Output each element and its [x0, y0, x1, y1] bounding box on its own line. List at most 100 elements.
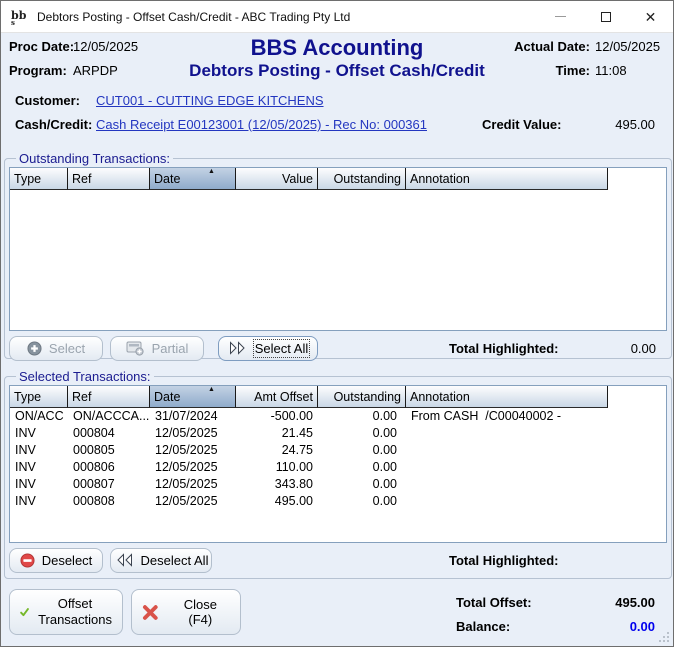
cell-ref: 000808 — [73, 494, 115, 508]
resize-grip[interactable] — [658, 631, 670, 643]
outstanding-total-highlighted-label: Total Highlighted: — [449, 340, 559, 356]
cell-ref: ON/ACCCA... — [73, 409, 150, 423]
offset-transactions-button[interactable]: Offset Transactions — [9, 589, 123, 635]
cell-outstanding: 0.00 — [372, 443, 397, 457]
actual-date-value: 12/05/2025 — [595, 39, 661, 54]
cell-date: 12/05/2025 — [155, 494, 218, 508]
cash-credit-link[interactable]: Cash Receipt E00123001 (12/05/2025) - Re… — [96, 117, 427, 132]
cell-ref: 000805 — [73, 443, 115, 457]
table-row[interactable]: INV 000806 12/05/2025 110.00 0.00 — [10, 459, 666, 476]
selected-table[interactable]: Type Ref Date ▲ Amt Offset Outstanding An… — [9, 385, 667, 543]
cell-type: INV — [15, 426, 36, 440]
cell-annotation: From CASH /C00040002 - — [411, 409, 562, 423]
dialog-body: Proc Date: 12/05/2025 Program: ARPDP BBS… — [1, 33, 673, 646]
select-all-button[interactable]: Select All — [218, 335, 318, 361]
column-header-amt-offset[interactable]: Amt Offset — [236, 386, 318, 408]
close-f4-button[interactable]: Close (F4) — [131, 589, 241, 635]
minimize-button[interactable] — [538, 1, 583, 32]
svg-text:s: s — [11, 18, 15, 27]
cell-outstanding: 0.00 — [372, 477, 397, 491]
column-header-filler — [608, 168, 666, 190]
cell-date: 12/05/2025 — [155, 477, 218, 491]
column-header-value[interactable]: Value — [236, 168, 318, 190]
selected-table-body: ON/ACC ON/ACCCA... 31/07/2024 -500.00 0.00 Fr… — [10, 408, 666, 510]
column-header-ref[interactable]: Ref — [68, 168, 150, 190]
cell-outstanding: 0.00 — [372, 409, 397, 423]
table-row[interactable]: ON/ACC ON/ACCCA... 31/07/2024 -500.00 0.00 Fr… — [10, 408, 666, 425]
column-header-date[interactable]: Date ▲ — [150, 168, 236, 190]
minimize-icon — [555, 16, 566, 17]
column-header-date[interactable]: Date ▲ — [150, 386, 236, 408]
window-controls: ✕ — [538, 1, 673, 32]
double-chevron-left-icon — [116, 553, 132, 567]
column-header-annotation[interactable]: Annotation — [406, 168, 608, 190]
cell-type: ON/ACC — [15, 409, 64, 423]
no-entry-circle-icon — [20, 552, 35, 568]
column-header-ref[interactable]: Ref — [68, 386, 150, 408]
cell-ref: 000807 — [73, 477, 115, 491]
window-title: Debtors Posting - Offset Cash/Credit - A… — [37, 9, 351, 24]
cell-outstanding: 0.00 — [372, 460, 397, 474]
cell-type: INV — [15, 494, 36, 508]
cell-date: 12/05/2025 — [155, 443, 218, 457]
table-row[interactable]: INV 000804 12/05/2025 21.45 0.00 — [10, 425, 666, 442]
cell-annotation — [406, 442, 608, 459]
balance-label: Balance: — [456, 619, 511, 634]
outstanding-transactions-group: Outstanding Transactions: Type Ref Date ▲… — [4, 151, 672, 361]
selected-group-label: Selected Transactions: — [19, 369, 151, 384]
total-offset-label: Total Offset: — [456, 595, 532, 610]
column-header-outstanding[interactable]: Outstanding — [318, 168, 406, 190]
sort-asc-icon: ▲ — [208, 386, 215, 393]
outstanding-table[interactable]: Type Ref Date ▲ Value Outstanding Annotat… — [9, 167, 667, 331]
cell-amt_offset: 110.00 — [275, 460, 313, 474]
table-row[interactable]: INV 000808 12/05/2025 495.00 0.00 — [10, 493, 666, 510]
cell-amt_offset: 495.00 — [274, 494, 313, 508]
cell-annotation — [406, 493, 608, 510]
select-button[interactable]: Select — [9, 335, 103, 361]
close-icon: ✕ — [644, 8, 657, 25]
app-logo-icon: bb s — [11, 9, 27, 27]
balance-value: 0.00 — [629, 619, 655, 634]
deselect-button[interactable]: Deselect — [9, 547, 103, 573]
cell-amt_offset: -500.00 — [270, 409, 313, 423]
cell-ref: 000804 — [73, 426, 115, 440]
offset-button-line1: Offset — [57, 595, 93, 611]
green-check-icon — [20, 608, 29, 617]
selected-total-highlighted-label: Total Highlighted: — [449, 552, 559, 568]
close-button-label: Close (F4) — [183, 597, 217, 627]
column-header-annotation[interactable]: Annotation — [406, 386, 608, 408]
cell-amt_offset: 343.80 — [274, 477, 313, 491]
selected-table-header: Type Ref Date ▲ Amt Offset Outstanding An… — [10, 386, 666, 408]
column-header-filler — [608, 386, 666, 408]
maximize-button[interactable] — [583, 1, 628, 32]
outstanding-total-highlighted-value: 0.00 — [630, 340, 656, 356]
partial-button[interactable]: Partial — [110, 335, 204, 361]
maximize-icon — [600, 11, 611, 22]
total-offset-value: 495.00 — [615, 595, 655, 610]
column-header-type[interactable]: Type — [10, 386, 68, 408]
selected-transactions-group: Selected Transactions: Type Ref Date ▲ Am… — [4, 369, 672, 579]
table-row[interactable]: INV 000805 12/05/2025 24.75 0.00 — [10, 442, 666, 459]
titlebar: bb s Debtors Posting - Offset Cash/Credi… — [1, 1, 673, 33]
customer-link[interactable]: CUT001 - CUTTING EDGE KITCHENS — [96, 93, 324, 108]
cell-outstanding: 0.00 — [372, 426, 397, 440]
outstanding-button-row: Select Partial Select All Total Highligh… — [9, 335, 667, 361]
cell-annotation — [406, 459, 608, 476]
time-label: Time: — [555, 63, 590, 78]
column-header-type[interactable]: Type — [10, 168, 68, 190]
table-row[interactable]: INV 000807 12/05/2025 343.80 0.00 — [10, 476, 666, 493]
cell-type: INV — [15, 477, 36, 491]
outstanding-table-header: Type Ref Date ▲ Value Outstanding Annotat… — [10, 168, 666, 190]
cell-amt_offset: 21.45 — [281, 426, 313, 440]
sort-asc-icon: ▲ — [208, 168, 215, 175]
close-window-button[interactable]: ✕ — [628, 1, 673, 32]
deselect-all-button[interactable]: Deselect All — [110, 547, 212, 573]
credit-value-label: Credit Value: — [482, 117, 562, 132]
debtors-posting-window: bb s Debtors Posting - Offset Cash/Credi… — [0, 0, 674, 647]
double-chevron-right-icon — [229, 341, 245, 355]
cell-date: 31/07/2024 — [155, 409, 218, 423]
outstanding-group-label: Outstanding Transactions: — [19, 151, 171, 166]
column-header-outstanding[interactable]: Outstanding — [318, 386, 406, 408]
cell-type: INV — [15, 460, 36, 474]
cell-annotation — [406, 476, 608, 493]
